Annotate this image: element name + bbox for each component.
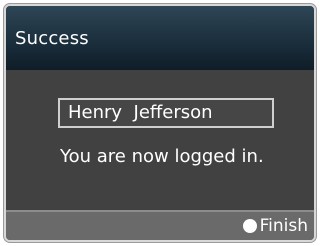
dialog-title: Success: [15, 28, 89, 49]
success-dialog: Success Henry Jefferson You are now logg…: [4, 4, 316, 242]
username-box: Henry Jefferson: [58, 98, 274, 128]
filled-circle-icon: [242, 219, 257, 233]
finish-label: Finish: [259, 216, 308, 236]
dialog-titlebar: Success: [6, 6, 314, 70]
dialog-footer: Finish: [6, 210, 314, 240]
success-message: You are now logged in.: [60, 146, 264, 167]
username-text: Henry Jefferson: [68, 102, 213, 123]
finish-button[interactable]: Finish: [242, 215, 308, 237]
